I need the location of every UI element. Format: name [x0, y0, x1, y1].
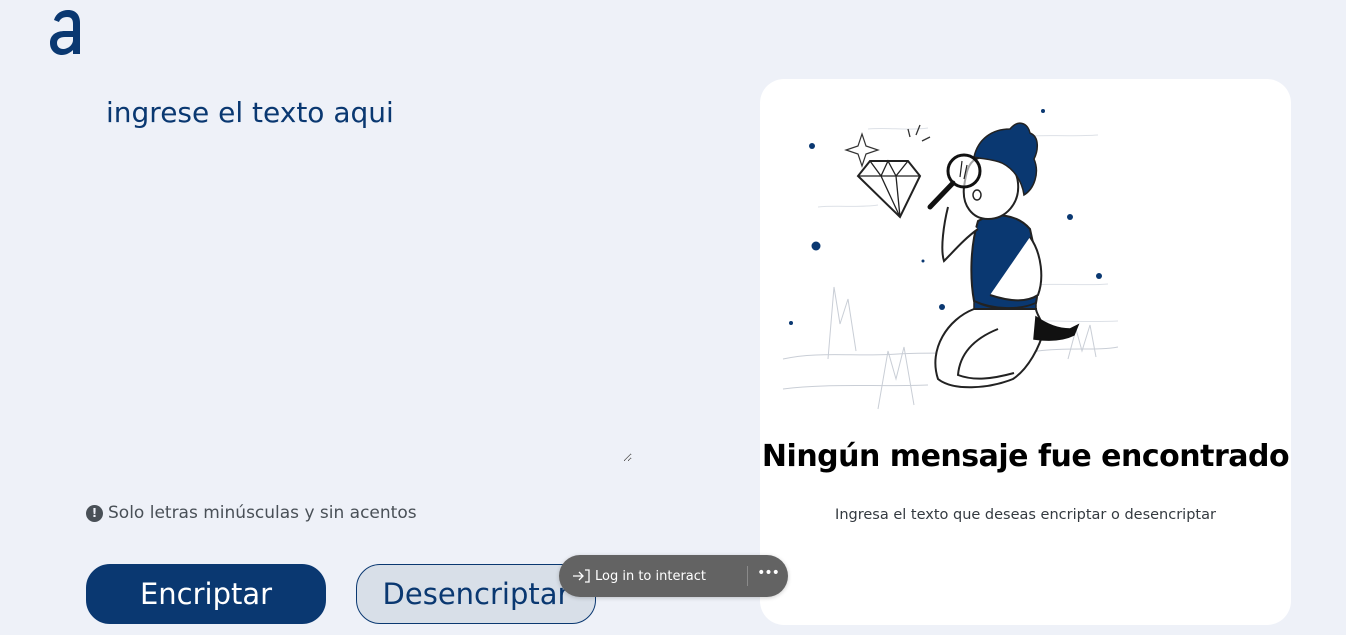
- output-title: Ningún mensaje fue encontrado: [761, 439, 1290, 474]
- hint-text: Solo letras minúsculas y sin acentos: [108, 503, 417, 523]
- output-panel: Ningún mensaje fue encontrado Ingresa el…: [760, 79, 1291, 625]
- info-icon: !: [86, 504, 103, 522]
- person-searching-with-magnifier-illustration: [782, 109, 1118, 410]
- login-label[interactable]: Log in to interact: [595, 569, 706, 584]
- overlay-divider: [747, 566, 748, 586]
- logo-a-icon: [50, 10, 80, 55]
- text-input[interactable]: [94, 90, 632, 462]
- encrypt-button[interactable]: Encriptar: [86, 564, 326, 624]
- more-dots-icon[interactable]: •••: [755, 563, 781, 589]
- text-input-area: [94, 90, 632, 462]
- login-arrow-icon: [573, 569, 590, 583]
- login-overlay[interactable]: Log in to interact •••: [559, 555, 788, 597]
- output-subtitle: Ingresa el texto que deseas encriptar o …: [835, 507, 1216, 523]
- input-hint: ! Solo letras minúsculas y sin acentos: [86, 503, 417, 523]
